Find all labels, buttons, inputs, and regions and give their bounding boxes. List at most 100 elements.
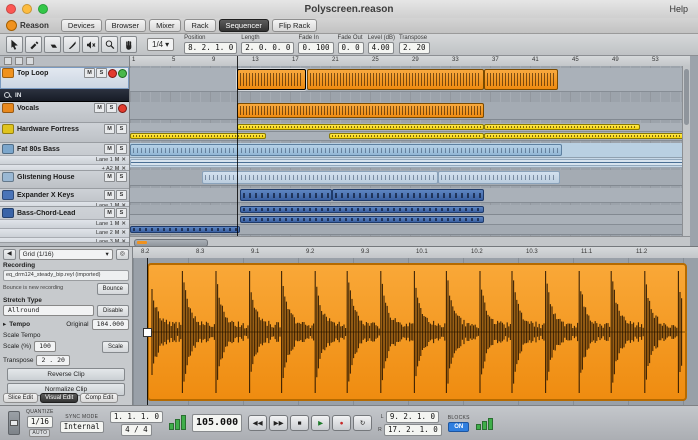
- disable-stretch-button[interactable]: Disable: [97, 305, 129, 317]
- song-position-display[interactable]: 1. 1. 1. 0: [110, 411, 163, 423]
- tab-visual-edit[interactable]: Visual Edit: [40, 393, 78, 403]
- mute-tool[interactable]: [82, 36, 99, 53]
- mute-button[interactable]: M: [104, 144, 115, 154]
- tab-comp-edit[interactable]: Comp Edit: [80, 393, 118, 403]
- stretch-type-select[interactable]: Allround: [3, 305, 94, 316]
- view-button-devices[interactable]: Devices: [61, 19, 102, 32]
- collapse-icon[interactable]: ▸: [3, 320, 6, 328]
- track-list-tool-icon[interactable]: [26, 57, 34, 65]
- clip-bass-chord-lead-2-1[interactable]: [240, 216, 484, 223]
- field-value-transpose[interactable]: 2. 20: [399, 42, 430, 54]
- view-button-mixer[interactable]: Mixer: [149, 19, 181, 32]
- editor-canvas[interactable]: [133, 258, 698, 406]
- field-value-fade-out[interactable]: 0. 0: [338, 42, 364, 54]
- view-button-sequencer[interactable]: Sequencer: [219, 19, 269, 32]
- lane-mute-button[interactable]: M: [115, 221, 120, 227]
- vertical-scroll-thumb[interactable]: [684, 69, 689, 125]
- clip-vocals-1[interactable]: [237, 103, 484, 118]
- clip-glistening-house-2[interactable]: [438, 171, 560, 184]
- loop-button[interactable]: ↻: [353, 415, 372, 431]
- clip-hardware-fortress-a-1[interactable]: [237, 124, 484, 130]
- solo-button[interactable]: S: [116, 124, 127, 134]
- monitor-button[interactable]: [118, 69, 127, 78]
- view-button-rack[interactable]: Rack: [184, 19, 215, 32]
- audio-clip-editor[interactable]: [147, 263, 687, 401]
- clip-lanes[interactable]: [130, 66, 690, 236]
- help-menu[interactable]: Help: [669, 4, 688, 14]
- lane-mute-button[interactable]: M: [115, 239, 120, 243]
- clip-fat-80s-bass-1[interactable]: [130, 144, 562, 156]
- back-button[interactable]: ◀: [3, 249, 16, 260]
- track-bass-chord-lead[interactable]: Bass-Chord-LeadMSLane 1M✕Lane 2M✕Lane 3M…: [0, 207, 129, 243]
- clip-hardware-fortress-b-1[interactable]: [130, 133, 266, 139]
- track-input-row[interactable]: IN: [0, 89, 129, 102]
- stop-button[interactable]: ■: [290, 415, 309, 431]
- vertical-scrollbar[interactable]: [682, 66, 690, 236]
- rewind-button[interactable]: ◀◀: [248, 415, 267, 431]
- clip-hardware-fortress-b-2[interactable]: [329, 133, 484, 139]
- loop-left-display[interactable]: 9. 2. 1. 0: [386, 411, 439, 423]
- pencil-tool[interactable]: [25, 36, 42, 53]
- solo-button[interactable]: S: [116, 208, 127, 218]
- time-signature-display[interactable]: 4 / 4: [121, 424, 152, 436]
- clip-hardware-fortress-a-2[interactable]: [484, 124, 640, 130]
- solo-button[interactable]: S: [116, 172, 127, 182]
- lane-close-button[interactable]: ✕: [121, 230, 126, 236]
- razor-tool[interactable]: [63, 36, 80, 53]
- lane-close-button[interactable]: ✕: [121, 239, 126, 243]
- sync-mode-select[interactable]: Internal: [60, 421, 104, 433]
- track-hardware-fortress[interactable]: Hardware FortressMS: [0, 123, 129, 143]
- grid-select[interactable]: Grid (1/16) ▾: [19, 249, 113, 260]
- mute-button[interactable]: M: [104, 208, 115, 218]
- clip-bass-chord-lead-1-1[interactable]: [240, 206, 484, 213]
- scale-button[interactable]: Scale: [102, 341, 129, 353]
- view-button-browser[interactable]: Browser: [105, 19, 147, 32]
- fast-forward-button[interactable]: ▶▶: [269, 415, 288, 431]
- track-vocals[interactable]: VocalsMS: [0, 102, 129, 123]
- reverse-clip-button[interactable]: Reverse Clip: [7, 368, 125, 381]
- clip-expander-x-keys-1[interactable]: [240, 189, 332, 201]
- field-value-fade-in[interactable]: 0. 100: [298, 42, 333, 54]
- lane-close-button[interactable]: ✕: [121, 157, 126, 163]
- mute-button[interactable]: M: [104, 190, 115, 200]
- master-fader[interactable]: [8, 411, 20, 435]
- snap-select[interactable]: 1/4 ▾: [147, 38, 174, 51]
- field-value-level-db[interactable]: 4.00: [368, 42, 394, 54]
- horizontal-scrollbar[interactable]: [130, 236, 690, 246]
- clip-expander-x-keys-2[interactable]: [332, 189, 484, 201]
- play-button[interactable]: ▶: [311, 415, 330, 431]
- track-list-tool-icon[interactable]: [15, 57, 23, 65]
- tempo-display[interactable]: 105.000: [192, 414, 242, 432]
- clip-top-loop-2[interactable]: [307, 69, 484, 90]
- scale-pct-input[interactable]: 100: [34, 341, 56, 352]
- lane-lane-3[interactable]: Lane 3M✕: [0, 237, 129, 243]
- clip-hardware-fortress-b-3[interactable]: [484, 133, 688, 139]
- clip-top-loop-1[interactable]: [237, 69, 306, 90]
- track-top-loop[interactable]: Top LoopMS: [0, 67, 129, 89]
- quantize-value-select[interactable]: 1/16: [27, 416, 53, 428]
- view-button-flip-rack[interactable]: Flip Rack: [272, 19, 317, 32]
- auto-quantize-button[interactable]: AUTO: [29, 429, 50, 437]
- clip-fat-80s-bass-automation-1[interactable]: [130, 159, 688, 166]
- field-value-position[interactable]: 8. 2. 1. 0: [184, 42, 237, 54]
- loop-right-display[interactable]: 17. 2. 1. 0: [384, 424, 442, 436]
- transpose-input[interactable]: 2 . 20: [36, 355, 69, 366]
- field-value-length[interactable]: 2. 0. 0. 0: [241, 42, 294, 54]
- lane-lane-1[interactable]: Lane 1M✕: [0, 219, 129, 228]
- lane-close-button[interactable]: ✕: [121, 221, 126, 227]
- tab-slice-edit[interactable]: Slice Edit: [3, 393, 38, 403]
- record-arm-button[interactable]: [108, 69, 117, 78]
- mute-button[interactable]: M: [84, 68, 95, 78]
- solo-button[interactable]: S: [106, 103, 117, 113]
- track-fat-80s-bass[interactable]: Fat 80s BassMSLane 1M✕+ A2M✕: [0, 143, 129, 171]
- target-icon[interactable]: ◎: [116, 249, 129, 260]
- bounce-button[interactable]: Bounce: [97, 283, 129, 295]
- track-list-tool-icon[interactable]: [4, 57, 12, 65]
- clip-bass-chord-lead-3-1[interactable]: [130, 226, 240, 233]
- lane-a2[interactable]: + A2M✕: [0, 164, 129, 171]
- mute-button[interactable]: M: [94, 103, 105, 113]
- record-button[interactable]: ●: [332, 415, 351, 431]
- solo-button[interactable]: S: [116, 190, 127, 200]
- horizontal-scroll-thumb[interactable]: [134, 239, 208, 247]
- mute-button[interactable]: M: [104, 124, 115, 134]
